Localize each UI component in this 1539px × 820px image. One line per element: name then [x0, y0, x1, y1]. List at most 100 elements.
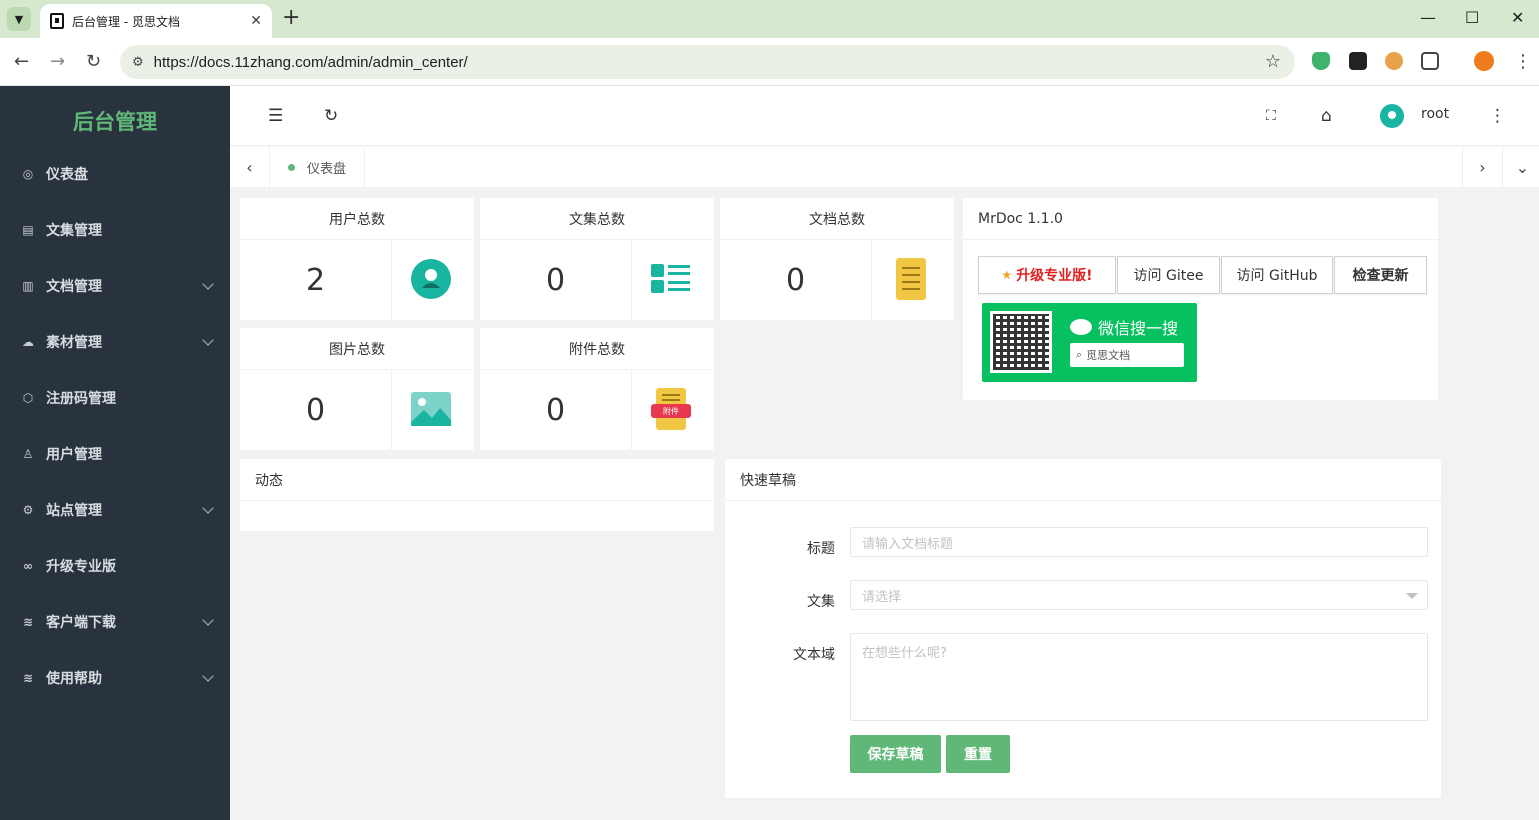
- sidebar-logo[interactable]: 后台管理: [0, 106, 230, 136]
- tabs-scroll-left-icon[interactable]: ‹: [230, 147, 270, 187]
- extension-icon[interactable]: [1349, 52, 1367, 70]
- cloud-icon: ☁: [22, 335, 34, 349]
- document-icon: ▥: [22, 279, 34, 293]
- help-layers-icon: ≋: [22, 671, 34, 685]
- visit-gitee-button[interactable]: 访问 Gitee: [1117, 256, 1220, 294]
- extension-icon-2[interactable]: [1385, 52, 1403, 70]
- reset-button[interactable]: 重置: [946, 735, 1010, 773]
- stat-card-attachments: 附件总数 0 附件: [480, 328, 714, 450]
- qr-code-icon: [990, 311, 1052, 373]
- maximize-icon[interactable]: ☐: [1465, 6, 1479, 30]
- stat-title: 文档总数: [720, 198, 954, 240]
- menu-collapse-icon[interactable]: ☰: [268, 104, 283, 128]
- upgrade-pro-button[interactable]: ★ 升级专业版!: [978, 256, 1116, 294]
- wechat-search-box: ⌕ 觅思文档: [1070, 343, 1184, 367]
- chevron-down-icon: [202, 670, 214, 682]
- forward-icon[interactable]: →: [50, 50, 65, 74]
- user-circle-icon: [411, 259, 451, 299]
- content-placeholder: 在想些什么呢?: [862, 646, 947, 661]
- sidebar-item-4[interactable]: ⬡ 注册码管理: [0, 370, 230, 426]
- new-tab-icon[interactable]: +: [282, 6, 300, 30]
- list-icon: [651, 264, 690, 293]
- more-menu-icon[interactable]: ⋮: [1489, 104, 1506, 128]
- gear-icon: ⚙: [22, 503, 34, 517]
- site-favicon-icon: [50, 13, 64, 29]
- sidebar-item-label: 站点管理: [46, 503, 102, 519]
- stat-value: 0: [480, 370, 632, 450]
- sidebar-item-label: 文集管理: [46, 223, 102, 239]
- user-icon: ♙: [22, 447, 34, 461]
- site-info-icon[interactable]: ⚙: [132, 55, 144, 70]
- wechat-icon: [1070, 319, 1092, 335]
- sidebar-item-8[interactable]: ≋ 客户端下载: [0, 594, 230, 650]
- save-draft-button[interactable]: 保存草稿: [850, 735, 941, 773]
- quick-draft-title: 快速草稿: [725, 459, 1441, 501]
- refresh-icon[interactable]: ↻: [324, 104, 338, 128]
- check-update-button[interactable]: 检查更新: [1334, 256, 1427, 294]
- username[interactable]: root: [1421, 106, 1449, 122]
- shield-extension-icon[interactable]: [1312, 52, 1330, 70]
- version-title: MrDoc 1.1.0: [963, 198, 1438, 240]
- content-textarea[interactable]: 在想些什么呢?: [850, 633, 1428, 721]
- tab-close-icon[interactable]: ✕: [250, 13, 262, 29]
- reload-icon[interactable]: ↻: [86, 50, 101, 74]
- version-card: MrDoc 1.1.0 ★ 升级专业版! 访问 Gitee 访问 GitHub …: [963, 198, 1438, 400]
- puzzle-extensions-icon[interactable]: [1421, 52, 1439, 70]
- title-label: 标题: [807, 541, 835, 557]
- minimize-icon[interactable]: —: [1420, 6, 1436, 30]
- sidebar-item-3[interactable]: ☁ 素材管理: [0, 314, 230, 370]
- sidebar-item-9[interactable]: ≋ 使用帮助: [0, 650, 230, 706]
- profile-avatar-icon[interactable]: [1474, 51, 1494, 71]
- stat-card-docs: 文档总数 0: [720, 198, 954, 320]
- tab-search-icon[interactable]: ▼: [7, 7, 31, 31]
- wechat-title: 微信搜一搜: [1098, 319, 1179, 338]
- upgrade-pro-label: 升级专业版!: [1016, 268, 1093, 284]
- top-header: ☰ ↻ ⛶ ⌂ root ⋮: [230, 86, 1539, 146]
- user-avatar[interactable]: [1380, 104, 1404, 128]
- textarea-label: 文本域: [793, 647, 835, 663]
- sidebar-item-5[interactable]: ♙ 用户管理: [0, 426, 230, 482]
- home-icon[interactable]: ⌂: [1321, 104, 1332, 128]
- active-dot-icon: [288, 163, 295, 171]
- attachment-badge-label: 附件: [663, 406, 679, 416]
- fullscreen-icon[interactable]: ⛶: [1266, 104, 1276, 128]
- sidebar-item-1[interactable]: ▤ 文集管理: [0, 202, 230, 258]
- sidebar-item-label: 注册码管理: [46, 391, 116, 407]
- stat-value: 0: [480, 240, 632, 320]
- stat-title: 文集总数: [480, 198, 714, 240]
- bookmark-star-icon[interactable]: ☆: [1265, 51, 1281, 72]
- collection-placeholder: 请选择: [862, 589, 902, 605]
- stat-title: 附件总数: [480, 328, 714, 370]
- chevron-down-icon: [1406, 593, 1418, 599]
- browser-menu-icon[interactable]: ⋮: [1514, 50, 1532, 74]
- wechat-search-text: 觅思文档: [1086, 349, 1131, 362]
- doc-title-input[interactable]: 请输入文档标题: [850, 527, 1428, 557]
- chevron-down-icon: [202, 334, 214, 346]
- sidebar-item-label: 客户端下载: [46, 615, 116, 631]
- star-icon: ★: [1001, 268, 1013, 282]
- sidebar-item-6[interactable]: ⚙ 站点管理: [0, 482, 230, 538]
- quick-draft-card: 快速草稿 标题 请输入文档标题 文集 请选择 文本域 在想些什么呢? 保存草稿 …: [725, 459, 1441, 798]
- sidebar-item-0[interactable]: ◎ 仪表盘: [0, 146, 230, 202]
- back-icon[interactable]: ←: [14, 50, 29, 74]
- doc-lines-icon: [896, 258, 926, 300]
- url-text: https://docs.11zhang.com/admin/admin_cen…: [153, 53, 468, 71]
- tabs-scroll-right-icon[interactable]: ›: [1462, 147, 1502, 187]
- visit-github-button[interactable]: 访问 GitHub: [1221, 256, 1333, 294]
- collection-select[interactable]: 请选择: [850, 580, 1428, 610]
- sidebar-item-2[interactable]: ▥ 文档管理: [0, 258, 230, 314]
- browser-tab[interactable]: 后台管理 - 觅思文档 ✕: [40, 4, 272, 38]
- tab-dashboard[interactable]: 仪表盘: [270, 147, 366, 187]
- stat-title: 用户总数: [240, 198, 474, 240]
- tabs-dropdown-icon[interactable]: ⌄: [1502, 147, 1539, 187]
- stat-value: 0: [720, 240, 872, 320]
- attachment-icon: 附件: [651, 388, 691, 430]
- sidebar: 后台管理 ◎ 仪表盘 ▤ 文集管理 ▥ 文档管理 ☁ 素材管理 ⬡ 注册码管理 ♙ 用户管理 ⚙ 站点管理…: [0, 86, 230, 820]
- layers-icon: ≋: [22, 615, 34, 629]
- wechat-search-banner[interactable]: 微信搜一搜 ⌕ 觅思文档: [982, 303, 1197, 382]
- sidebar-item-label: 文档管理: [46, 279, 102, 295]
- sidebar-item-7[interactable]: ∞ 升级专业版: [0, 538, 230, 594]
- sidebar-item-label: 升级专业版: [46, 559, 116, 575]
- url-field[interactable]: ⚙ https://docs.11zhang.com/admin/admin_c…: [120, 45, 1295, 79]
- window-close-icon[interactable]: ✕: [1511, 6, 1524, 30]
